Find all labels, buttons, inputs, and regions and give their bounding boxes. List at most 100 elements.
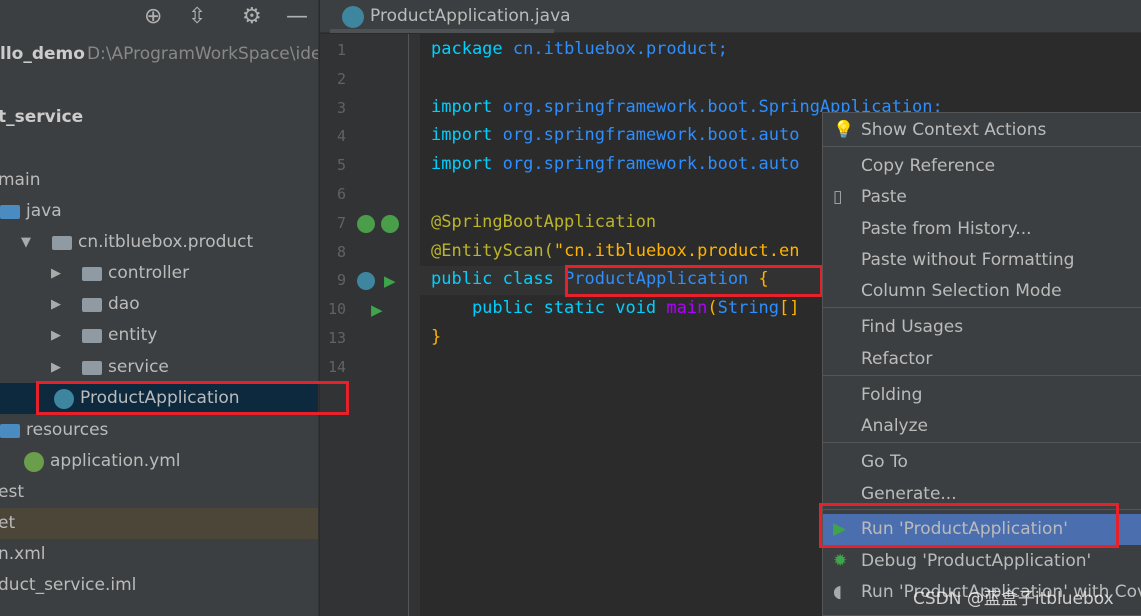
code-token: org.springframework.boot.auto: [502, 154, 800, 175]
chevron-right-icon[interactable]: ▶: [51, 352, 61, 383]
spring-check-icon[interactable]: [381, 215, 399, 233]
gear-icon[interactable]: ⚙: [242, 4, 262, 30]
tree-item[interactable]: ▶ dao: [0, 289, 318, 320]
folder-icon: [82, 298, 102, 312]
code-line: package cn.itbluebox.product;: [431, 39, 728, 59]
tree-item[interactable]: ▶ entity: [0, 320, 318, 351]
clipboard-icon: ▯: [833, 187, 843, 207]
project-panel: ⊕ ⇳ ⚙ — llo_demo D:\AProgramWorkSpace\id…: [0, 0, 319, 616]
tree-item[interactable]: java: [0, 196, 318, 227]
editor-tabs: ProductApplication.java ✕: [320, 0, 1141, 58]
gutter-divider: [408, 34, 409, 616]
menu-item[interactable]: Column Selection Mode: [823, 276, 1141, 307]
code-line: public static void main(String[]: [431, 298, 800, 318]
menu-item[interactable]: Folding: [823, 380, 1141, 411]
tree-item[interactable]: ▼ cn.itbluebox.product: [0, 227, 318, 258]
run-gutter-icon[interactable]: ▶: [371, 301, 383, 319]
menu-item[interactable]: Go To: [823, 447, 1141, 478]
tree-item-label: cn.itbluebox.product: [78, 232, 254, 252]
menu-item-label: Paste without Formatting: [861, 250, 1075, 270]
code-token: @SpringBootApplication: [431, 211, 657, 232]
tree-item[interactable]: duct_service.iml: [0, 570, 318, 601]
menu-item[interactable]: ✹ Debug 'ProductApplication': [823, 546, 1141, 577]
chevron-right-icon[interactable]: ▶: [51, 258, 61, 289]
code-line: }: [431, 327, 441, 347]
tree-item[interactable]: n.xml: [0, 539, 318, 570]
menu-item-label: Paste: [861, 187, 907, 207]
menu-item[interactable]: Paste from History...: [823, 214, 1141, 245]
line-number: 6: [336, 185, 346, 203]
menu-item-label: Find Usages: [861, 317, 964, 337]
menu-separator: [823, 442, 1141, 443]
menu-item-label: Go To: [861, 452, 908, 472]
code-line: @EntityScan("cn.itbluebox.product.en: [431, 241, 799, 261]
tree-item-label: resources: [26, 420, 109, 440]
spring-boot-icon[interactable]: [357, 215, 375, 233]
chevron-down-icon[interactable]: ▼: [21, 227, 31, 258]
code-token: public class: [431, 269, 565, 290]
tree-item-label: t_service: [0, 107, 84, 127]
line-number: 10: [327, 300, 346, 319]
tab-product-application[interactable]: ProductApplication.java ✕: [330, 0, 571, 58]
tree-item[interactable]: ▶ service: [0, 352, 318, 383]
tree-item-label: n.xml: [0, 544, 46, 564]
line-number: 7: [336, 213, 346, 232]
tree-item[interactable]: application.yml: [0, 446, 318, 477]
menu-separator: [823, 146, 1141, 147]
line-number: 5: [336, 156, 346, 175]
tree-item-label: service: [108, 357, 169, 377]
project-name: llo_demo: [0, 44, 85, 64]
menu-item[interactable]: Refactor: [823, 344, 1141, 375]
menu-item-label: Paste from History...: [861, 219, 1032, 239]
run-gutter-icon[interactable]: ▶: [384, 272, 396, 290]
tree-item-label: controller: [108, 263, 190, 283]
menu-item-label: Debug 'ProductApplication': [861, 551, 1092, 571]
folder-icon: [0, 205, 20, 219]
menu-item[interactable]: Find Usages: [823, 312, 1141, 343]
folder-icon: [82, 361, 102, 375]
tree-item[interactable]: resources: [0, 415, 318, 446]
lightbulb-icon: 💡: [833, 120, 855, 140]
menu-item[interactable]: Copy Reference: [823, 151, 1141, 182]
annotation-box: [565, 265, 823, 297]
spring-class-icon: [342, 6, 364, 28]
line-number: 8: [336, 242, 346, 261]
code-token: main: [666, 298, 708, 319]
line-number: 9: [336, 271, 346, 290]
line-number: 1: [336, 41, 346, 59]
menu-item-label: Refactor: [861, 349, 933, 369]
project-root[interactable]: llo_demo D:\AProgramWorkSpace\ide: [0, 39, 318, 70]
tree-item[interactable]: t_service: [0, 102, 318, 133]
tree-item[interactable]: ▶ controller: [0, 258, 318, 289]
folder-icon: [52, 236, 72, 250]
code-token: package: [431, 39, 513, 59]
code-line: import org.springframework.boot.auto: [431, 125, 799, 145]
collapse-icon[interactable]: ⇳: [188, 4, 206, 30]
menu-item-label: Show Context Actions: [861, 120, 1047, 140]
menu-item[interactable]: Analyze: [823, 411, 1141, 442]
code-token: String: [717, 298, 780, 319]
menu-item-label: Copy Reference: [861, 156, 996, 176]
tree-item[interactable]: main: [0, 165, 318, 196]
line-number: 4: [336, 127, 346, 146]
debug-icon: ✹: [833, 551, 848, 571]
folder-icon: [82, 267, 102, 281]
tree-item[interactable]: est: [0, 477, 318, 508]
tree-item[interactable]: et: [0, 508, 318, 539]
code-line: import org.springframework.boot.auto: [431, 154, 799, 174]
code-line: @SpringBootApplication: [431, 212, 656, 232]
code-token: (: [707, 298, 718, 319]
chevron-right-icon[interactable]: ▶: [51, 289, 61, 320]
project-path: D:\AProgramWorkSpace\ide: [87, 44, 318, 64]
menu-item[interactable]: 💡 Show Context Actions: [823, 115, 1141, 146]
yaml-file-icon: [24, 452, 44, 472]
chevron-right-icon[interactable]: ▶: [51, 320, 61, 351]
spring-bean-icon[interactable]: [357, 272, 375, 290]
tree-item-label: application.yml: [50, 451, 181, 471]
tree-item-label: est: [0, 482, 24, 502]
minimize-icon[interactable]: —: [286, 4, 308, 30]
locate-icon[interactable]: ⊕: [144, 4, 162, 30]
menu-item[interactable]: Paste without Formatting: [823, 245, 1141, 276]
menu-separator: [823, 307, 1141, 308]
menu-item[interactable]: ▯ Paste: [823, 182, 1141, 213]
